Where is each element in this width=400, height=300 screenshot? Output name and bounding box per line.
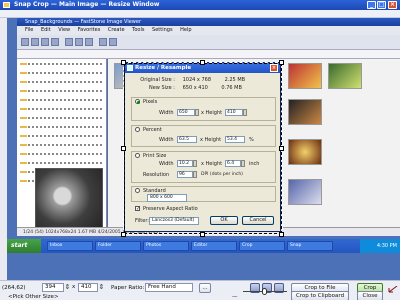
inner-menu-item: View (58, 27, 71, 33)
toolbar-icon (31, 38, 39, 46)
taskbar-item[interactable]: Photos (143, 241, 189, 251)
window-titlebar: Snap Crop — Main Image — Resize Window _… (0, 0, 400, 10)
inner-menu-item: Favorites (77, 27, 101, 33)
toolbar-icon (65, 38, 73, 46)
resize-handle[interactable] (279, 60, 284, 65)
capture-canvas[interactable]: Snap_Backgrounds — FastStone Image Viewe… (7, 18, 400, 280)
close-button[interactable]: Close (357, 291, 383, 300)
taskbar-item[interactable]: Folder (95, 241, 141, 251)
resize-handle[interactable] (121, 60, 126, 65)
resize-handle[interactable] (200, 232, 205, 237)
toolbar-icon (109, 38, 117, 46)
taskbar-item[interactable]: Crop (239, 241, 285, 251)
height-stepper-icon[interactable]: ⇕ (98, 283, 105, 292)
width-stepper-icon[interactable]: ⇕ (64, 283, 71, 292)
taskbar-item[interactable]: Inbox (47, 241, 93, 251)
thumbnail (288, 139, 322, 165)
inner-menu-item: Settings (152, 27, 173, 33)
maximize-icon[interactable]: □ (377, 1, 386, 9)
start-button[interactable]: start (7, 239, 41, 253)
window-title: Snap Crop — Main Image — Resize Window (14, 1, 160, 8)
resize-handle[interactable] (200, 60, 205, 65)
pointer-arrow-icon (388, 286, 398, 293)
taskbar-item[interactable]: Editor (191, 241, 237, 251)
app-icon (3, 2, 10, 8)
cursor-coords: (264,62) (2, 285, 26, 291)
thumbnail (288, 63, 322, 89)
toolbar-icon (41, 38, 49, 46)
inner-menu-item: Help (180, 27, 192, 33)
toolbar-icon (21, 38, 29, 46)
more-button[interactable]: ... (199, 283, 211, 293)
crop-width-field[interactable]: 394 (42, 283, 64, 292)
taskbar-item[interactable]: Snap (287, 241, 333, 251)
pick-other-size-link[interactable]: <Pick Other Size> (8, 294, 59, 300)
crop-toolbar: (264,62) 394 ⇕ x 410 ⇕ Paper Ratio: Free… (0, 280, 400, 300)
thumbnail (288, 99, 322, 125)
zoom-out-icon[interactable]: — (232, 294, 238, 300)
times-sign: x (72, 284, 76, 290)
inner-menu-item: File (25, 27, 34, 33)
minimize-icon[interactable]: _ (367, 1, 376, 9)
inner-menu-item: Edit (40, 27, 51, 33)
inner-menubar: File Edit View Favorites Create Tools Se… (17, 26, 400, 35)
inner-address-bar (17, 50, 400, 59)
zoom-slider-thumb[interactable] (262, 288, 267, 295)
resize-handle[interactable] (121, 232, 126, 237)
resize-handle[interactable] (279, 146, 284, 151)
paper-ratio-select[interactable]: Free Hand (145, 283, 193, 292)
thumbnail (328, 63, 362, 89)
toolbar-icon (75, 38, 83, 46)
taskbar: start Inbox Folder Photos Editor Crop Sn… (7, 239, 400, 253)
crop-to-clipboard-button[interactable]: Crop to Clipboard (291, 291, 349, 300)
inner-menu-item: Tools (132, 27, 145, 33)
toolbar-icon (99, 38, 107, 46)
inner-toolbar (17, 35, 400, 50)
inner-preview-image (35, 168, 103, 230)
paper-ratio-label: Paper Ratio: (111, 285, 145, 291)
inner-menu-item: Create (107, 27, 125, 33)
toolbar-icon (85, 38, 93, 46)
thumbnail (288, 179, 322, 205)
resize-handle[interactable] (121, 146, 126, 151)
clock: 4:30 PM (360, 239, 400, 253)
crop-selection[interactable] (123, 62, 283, 235)
resize-handle[interactable] (279, 232, 284, 237)
inner-app-title: Snap_Backgrounds — FastStone Image Viewe… (17, 18, 400, 26)
crop-height-field[interactable]: 410 (78, 283, 98, 292)
close-icon[interactable]: × (388, 1, 397, 9)
toolbar-icon (51, 38, 59, 46)
outer-menubar (0, 10, 400, 18)
